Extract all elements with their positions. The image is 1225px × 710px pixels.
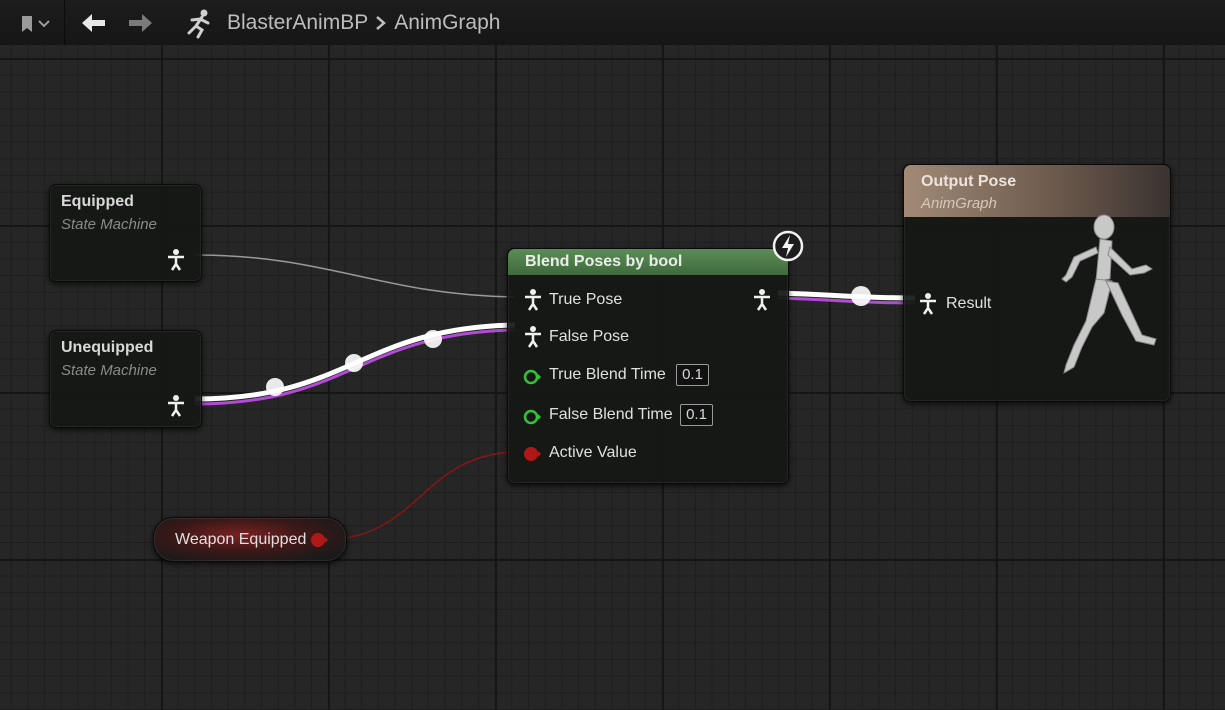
wire-dot	[266, 378, 284, 396]
float-pin-icon[interactable]	[522, 367, 542, 387]
false-blend-time-input[interactable]: 0.1	[680, 404, 713, 426]
lightning-icon	[772, 230, 804, 262]
pose-pin-icon[interactable]	[523, 289, 543, 311]
false-pose-pin-label: False Pose	[549, 328, 630, 345]
forward-button[interactable]	[117, 0, 165, 45]
bookmark-icon	[22, 15, 50, 32]
false-blend-time-pin-label: False Blend Time	[549, 406, 673, 423]
wire-blend-result	[777, 290, 916, 301]
node-title: Unequipped	[61, 339, 154, 356]
node-title: Blend Poses by bool	[525, 253, 683, 270]
toolbar: BlasterAnimBP AnimGraph	[0, 0, 1225, 46]
back-button[interactable]	[69, 0, 117, 45]
blend-poses-by-bool-node[interactable]: Blend Poses by bool True Pose False Pose…	[507, 248, 789, 484]
node-header: Blend Poses by bool	[508, 249, 788, 275]
float-pin-icon[interactable]	[522, 407, 542, 427]
wire-dot	[851, 286, 871, 306]
running-figure-icon	[187, 9, 210, 38]
bool-pin-icon[interactable]	[522, 444, 542, 464]
mannequin-running-icon	[1061, 214, 1157, 375]
output-pose-node[interactable]: Output Pose AnimGraph Result	[903, 164, 1171, 402]
weapon-equipped-label: Weapon Equipped	[175, 531, 307, 548]
node-subtitle: AnimGraph	[921, 195, 997, 212]
arrow-right-icon	[129, 13, 152, 32]
node-subtitle: State Machine	[61, 216, 157, 233]
weapon-equipped-variable-node[interactable]: Weapon Equipped	[153, 517, 347, 562]
breadcrumb-graph[interactable]: AnimGraph	[394, 11, 500, 35]
true-pose-pin-label: True Pose	[549, 291, 623, 308]
result-pin-label: Result	[946, 295, 992, 312]
unequipped-state-machine-node[interactable]: Unequipped State Machine	[49, 330, 202, 428]
bookmark-button[interactable]	[0, 0, 60, 45]
pose-pin-icon[interactable]	[166, 395, 186, 417]
pose-pin-icon[interactable]	[523, 326, 543, 348]
wire-weapon-active-value	[321, 451, 516, 541]
equipped-state-machine-node[interactable]: Equipped State Machine	[49, 184, 202, 282]
node-subtitle: State Machine	[61, 362, 157, 379]
breadcrumb-blueprint[interactable]: BlasterAnimBP	[227, 11, 368, 35]
wire-dot	[424, 330, 442, 348]
chevron-right-icon	[376, 15, 387, 30]
wire-equipped-true-pose	[194, 254, 516, 298]
bool-pin-icon[interactable]	[309, 530, 329, 550]
graph-canvas[interactable]: Equipped State Machine Unequipped State …	[0, 45, 1225, 710]
node-title: Output Pose	[921, 173, 1017, 190]
pose-pin-icon[interactable]	[166, 249, 186, 271]
true-blend-time-pin-label: True Blend Time	[549, 366, 666, 383]
pose-pin-icon[interactable]	[918, 293, 938, 315]
true-blend-time-input[interactable]: 0.1	[676, 364, 709, 386]
toolbar-separator	[64, 0, 65, 45]
node-title: Equipped	[61, 193, 134, 210]
arrow-left-icon	[82, 13, 105, 32]
active-value-pin-label: Active Value	[549, 444, 637, 461]
graph-icon-container	[173, 0, 223, 45]
wire-dot	[345, 354, 363, 372]
node-header: Output Pose AnimGraph	[904, 165, 1170, 217]
pose-output-pin-icon[interactable]	[752, 289, 772, 311]
